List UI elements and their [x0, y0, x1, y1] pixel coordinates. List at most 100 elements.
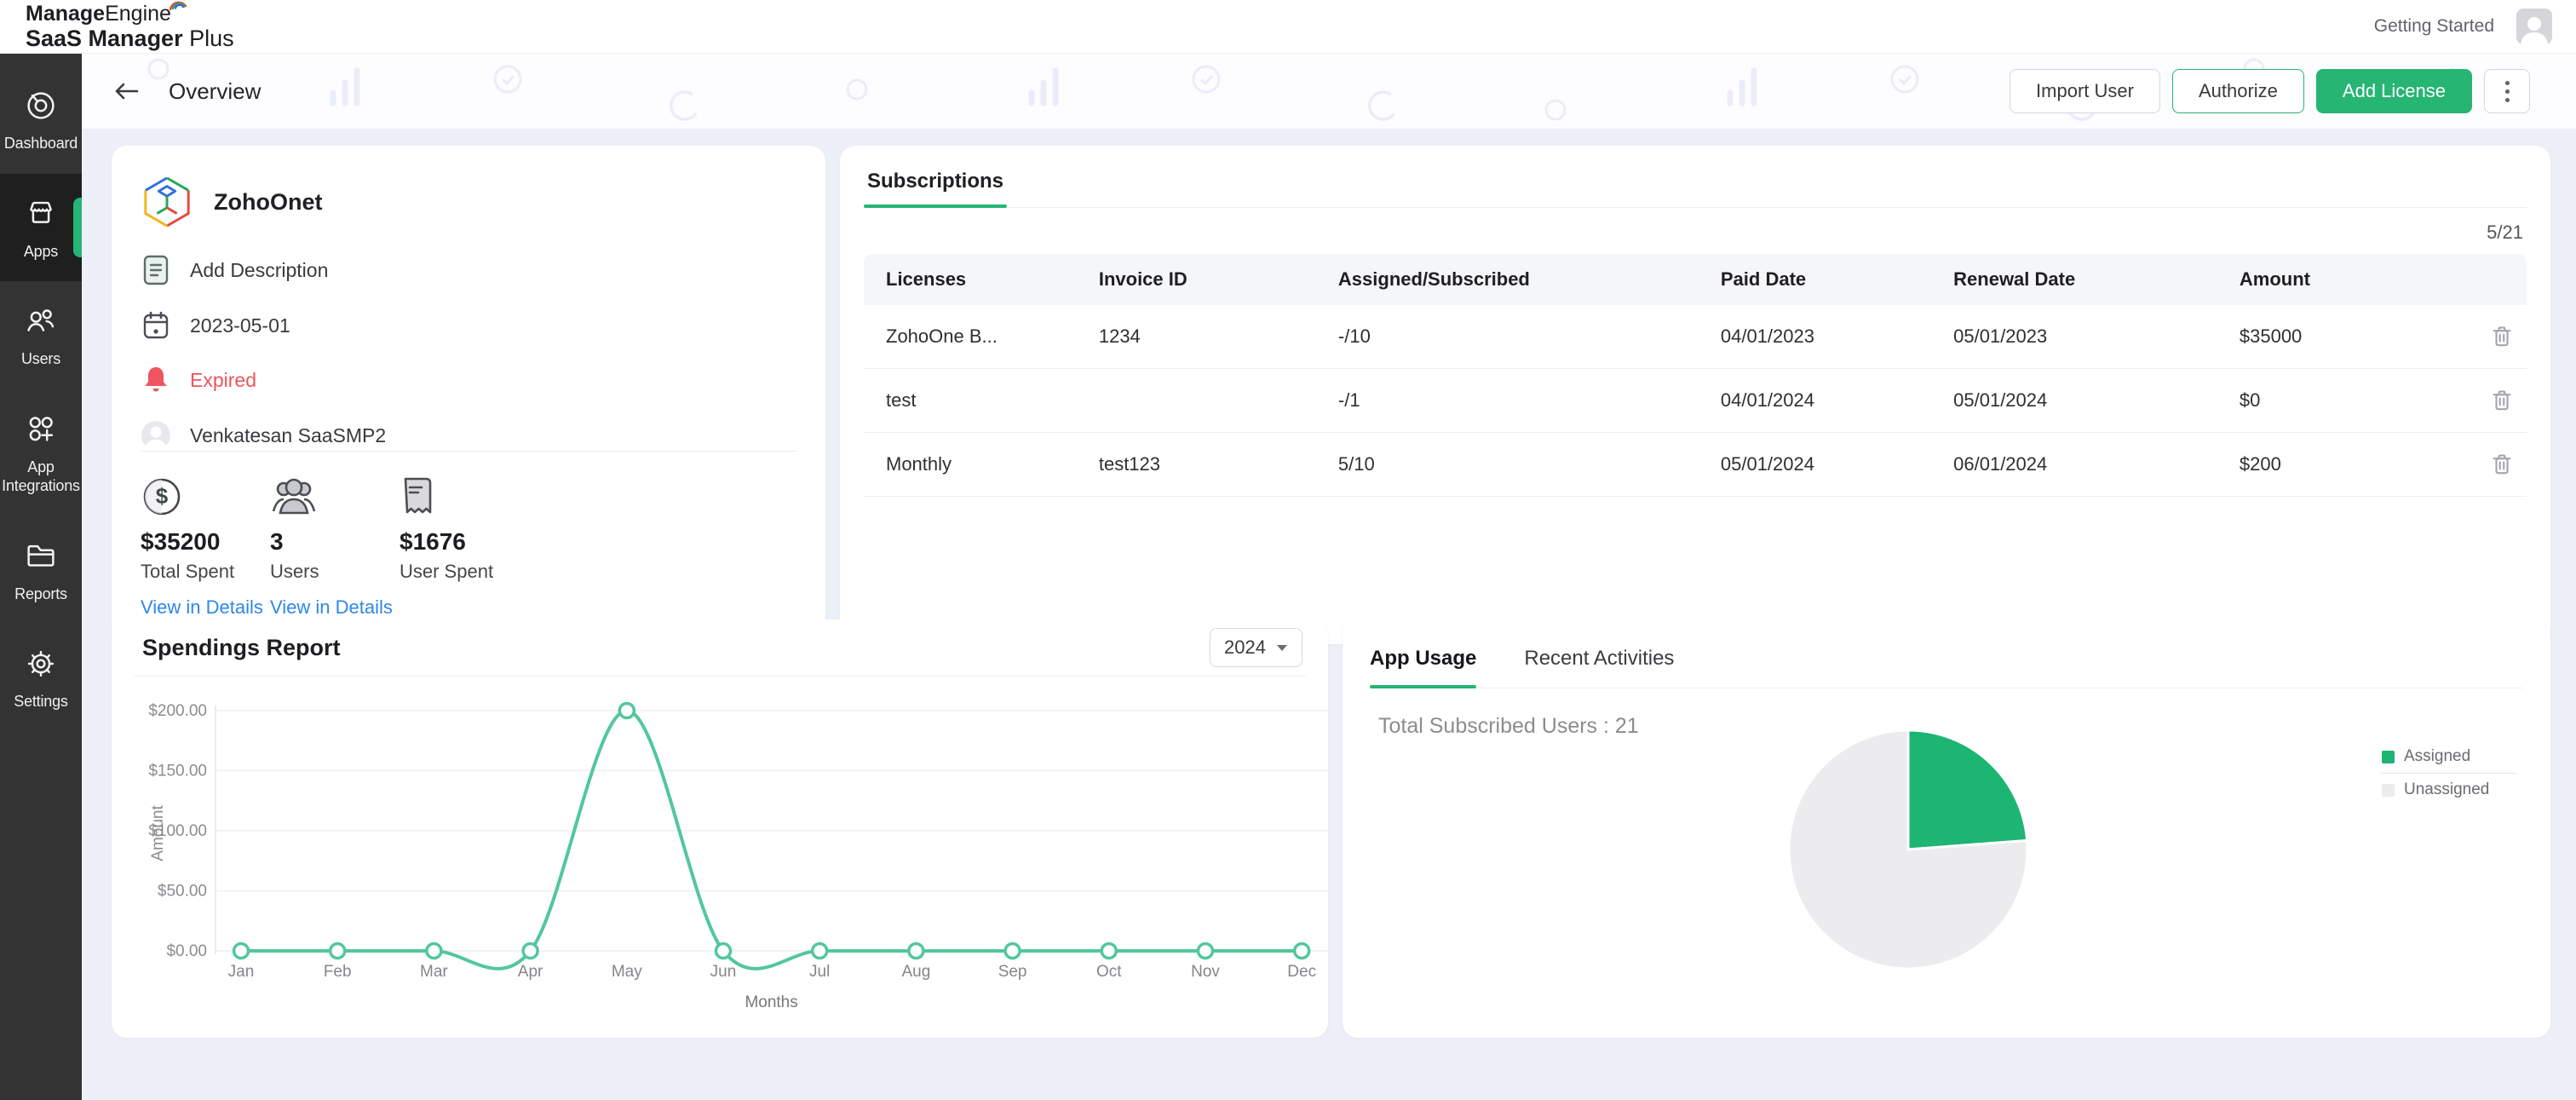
- view-details-link[interactable]: View in Details: [141, 596, 270, 619]
- subscriptions-card: Subscriptions 5/21 LicensesInvoice IDAss…: [840, 146, 2550, 644]
- column-header: Invoice ID: [1077, 268, 1316, 291]
- svg-text:Mar: Mar: [420, 963, 448, 981]
- svg-text:Jun: Jun: [710, 963, 737, 981]
- stat-total-spent: $ $35200 Total Spent View in Details: [141, 470, 270, 619]
- table-row[interactable]: Monthlytest1235/1005/01/202406/01/2024$2…: [864, 433, 2527, 497]
- trash-icon: [2489, 388, 2515, 413]
- sidebar-item-dashboard[interactable]: Dashboard: [0, 66, 82, 174]
- purchase-date-row[interactable]: 2023-05-01: [141, 311, 796, 340]
- svg-text:$150.00: $150.00: [148, 763, 207, 780]
- owner-row: Venkatesan SaaSMP2: [141, 420, 796, 451]
- owner-name: Venkatesan SaaSMP2: [190, 424, 386, 447]
- reports-icon: [21, 537, 60, 576]
- column-header: Assigned/Subscribed: [1316, 268, 1699, 291]
- usage-pie-chart: [1780, 722, 2036, 977]
- chevron-down-icon: [1276, 644, 1288, 652]
- dashboard-icon: [21, 86, 60, 125]
- back-arrow-icon: [109, 78, 143, 105]
- top-header: ManageEngine SaaS Manager Plus Getting S…: [0, 0, 2576, 54]
- column-header: Licenses: [864, 268, 1077, 291]
- app-name: ZohoOnet: [214, 189, 322, 216]
- getting-started-link[interactable]: Getting Started: [2374, 16, 2494, 37]
- zoho-one-app-icon: [141, 175, 193, 229]
- svg-text:Oct: Oct: [1096, 963, 1122, 981]
- table-row[interactable]: ZohoOne B...1234-/1004/01/202305/01/2023…: [864, 305, 2527, 369]
- user-avatar[interactable]: [2516, 9, 2552, 44]
- svg-text:Aug: Aug: [901, 963, 930, 981]
- year-dropdown[interactable]: 2024: [1210, 628, 1302, 667]
- page-title: Overview: [169, 78, 261, 105]
- add-description-row[interactable]: Add Description: [141, 255, 796, 285]
- tab-subscriptions[interactable]: Subscriptions: [864, 170, 1007, 207]
- apps-icon: [21, 194, 60, 233]
- svg-text:$200.00: $200.00: [148, 702, 207, 720]
- tab-recent-activities[interactable]: Recent Activities: [1524, 647, 1674, 688]
- person-icon: [2520, 14, 2549, 44]
- view-details-link[interactable]: View in Details: [270, 596, 400, 619]
- owner-avatar: [141, 420, 171, 451]
- calendar-icon: [141, 311, 171, 340]
- back-button[interactable]: [109, 78, 143, 105]
- app-root: ManageEngine SaaS Manager Plus Getting S…: [0, 0, 2576, 1100]
- tab-app-usage[interactable]: App Usage: [1370, 647, 1476, 688]
- license-status-row: Expired: [141, 366, 796, 395]
- delete-row-button[interactable]: [2489, 388, 2515, 413]
- sidebar-item-reports[interactable]: Reports: [0, 516, 82, 625]
- divider: [141, 451, 796, 452]
- app-info-card: ZohoOnet Add Description 2: [112, 146, 825, 644]
- svg-text:Feb: Feb: [324, 963, 352, 981]
- trash-icon: [2489, 452, 2515, 477]
- more-options-button[interactable]: [2484, 69, 2530, 113]
- import-user-button[interactable]: Import User: [2010, 69, 2160, 113]
- subscriptions-table-header: LicensesInvoice IDAssigned/SubscribedPai…: [864, 254, 2527, 305]
- main-area: Overview Import User Authorize Add Licen…: [82, 54, 2576, 1100]
- app-integrations-icon: [21, 410, 60, 449]
- stat-users: 3 Users View in Details: [270, 470, 400, 619]
- legend-item[interactable]: Unassigned: [2380, 773, 2516, 806]
- svg-text:$0.00: $0.00: [166, 942, 207, 960]
- spendings-chart: $0.00$50.00$100.00$150.00$200.00JanFebMa…: [144, 677, 1337, 1038]
- svg-text:Months: Months: [745, 993, 797, 1011]
- delete-row-button[interactable]: [2489, 452, 2515, 477]
- svg-text:Jul: Jul: [809, 963, 830, 981]
- app-usage-card: App Usage Recent Activities Total Subscr…: [1343, 619, 2550, 1038]
- delete-row-button[interactable]: [2489, 324, 2515, 349]
- status-badge: Expired: [190, 369, 256, 392]
- users-icon: [21, 302, 60, 341]
- svg-text:Jan: Jan: [228, 963, 255, 981]
- svg-text:Amount: Amount: [149, 805, 167, 861]
- stat-user-spent: $1676 User Spent: [400, 470, 529, 619]
- subscriptions-table-body: ZohoOne B...1234-/1004/01/202305/01/2023…: [864, 305, 2527, 497]
- spendings-title: Spendings Report: [142, 635, 341, 661]
- svg-text:Sep: Sep: [998, 963, 1027, 981]
- receipt-icon: [400, 470, 529, 518]
- sidebar-item-app-integrations[interactable]: App Integrations: [0, 389, 82, 516]
- brand-swoosh-icon: [168, 0, 188, 16]
- sidebar-item-settings[interactable]: Settings: [0, 624, 82, 732]
- trash-icon: [2489, 324, 2515, 349]
- authorize-button[interactable]: Authorize: [2172, 69, 2304, 113]
- description-icon: [141, 255, 171, 285]
- svg-text:Nov: Nov: [1191, 963, 1220, 981]
- alert-bell-icon: [141, 366, 171, 395]
- column-header: Renewal Date: [1931, 268, 2217, 291]
- pagination-count: 5/21: [867, 222, 2523, 244]
- pie-legend: AssignedUnassigned: [2380, 740, 2516, 806]
- brand-logo: ManageEngine SaaS Manager Plus: [26, 3, 234, 51]
- page-toolbar: Overview Import User Authorize Add Licen…: [82, 54, 2576, 129]
- users-group-icon: [270, 470, 400, 518]
- legend-swatch: [2382, 751, 2395, 763]
- sidebar-item-users[interactable]: Users: [0, 281, 82, 389]
- add-license-button[interactable]: Add License: [2316, 69, 2472, 113]
- sidebar-item-apps[interactable]: Apps: [0, 174, 82, 282]
- legend-swatch: [2382, 784, 2395, 797]
- settings-icon: [21, 644, 60, 683]
- spendings-report-card: Spendings Report 2024 $0.00$50.00$100.00…: [112, 619, 1328, 1038]
- dollar-coin-icon: $: [141, 470, 270, 518]
- legend-item[interactable]: Assigned: [2380, 740, 2516, 773]
- svg-text:$50.00: $50.00: [158, 883, 207, 901]
- table-row[interactable]: test-/104/01/202405/01/2024$0: [864, 369, 2527, 433]
- column-header: Amount: [2217, 268, 2443, 291]
- svg-text:Apr: Apr: [518, 963, 543, 981]
- svg-text:Dec: Dec: [1287, 963, 1316, 981]
